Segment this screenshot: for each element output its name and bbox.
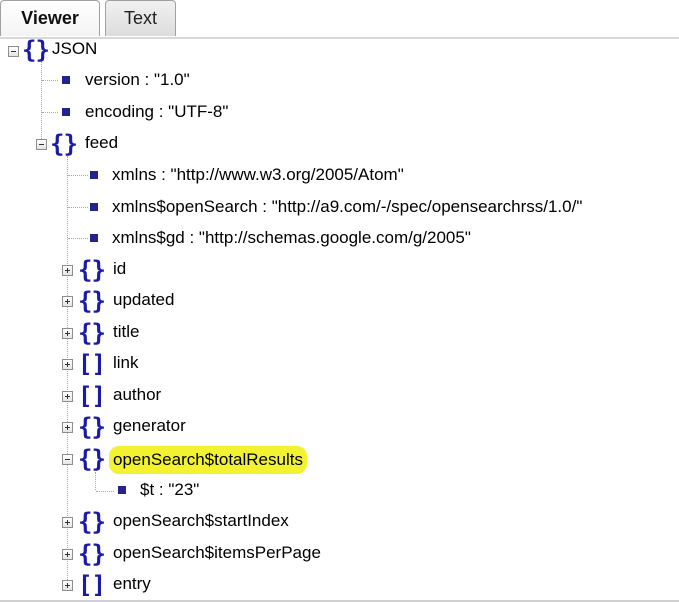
tab-viewer[interactable]: Viewer <box>0 0 100 36</box>
tree-node-opensearch-totalresults[interactable]: {} openSearch$totalResults <box>0 445 350 474</box>
node-label: link <box>113 353 139 372</box>
node-label: title <box>113 322 140 341</box>
tab-separator <box>0 37 679 39</box>
curly-braces-icon: {} <box>78 413 106 441</box>
plus-toggle-icon[interactable] <box>62 296 73 307</box>
tree-node-version[interactable]: version : "1.0" <box>0 69 300 93</box>
plus-toggle-icon[interactable] <box>62 580 73 591</box>
square-bullet-icon <box>62 108 70 116</box>
tree-node-author[interactable]: [] author <box>0 384 250 408</box>
plus-toggle-icon[interactable] <box>62 422 73 433</box>
minus-toggle-icon[interactable] <box>36 139 47 150</box>
minus-toggle-icon[interactable] <box>62 454 73 465</box>
square-bullet-icon <box>118 486 126 494</box>
tab-text[interactable]: Text <box>105 0 176 36</box>
curly-braces-icon: {} <box>78 540 106 568</box>
node-label: JSON <box>52 39 98 58</box>
plus-toggle-icon[interactable] <box>62 391 73 402</box>
tree-node-generator[interactable]: {} generator <box>0 415 250 439</box>
node-label-highlighted: openSearch$totalResults <box>109 446 307 474</box>
tree-node-entry[interactable]: [] entry <box>0 573 250 597</box>
tree-node-xmlns-gd[interactable]: xmlns$gd : "http://schemas.google.com/g/… <box>0 227 560 251</box>
node-label: feed <box>85 133 119 152</box>
square-brackets-icon: [] <box>78 382 106 410</box>
square-bullet-icon <box>90 171 98 179</box>
tree-node-updated[interactable]: {} updated <box>0 289 250 313</box>
tree-node-title[interactable]: {} title <box>0 321 250 345</box>
square-brackets-icon: [] <box>78 571 106 599</box>
curly-braces-icon: {} <box>78 445 106 473</box>
node-label: version : "1.0" <box>85 70 190 89</box>
curly-braces-icon: {} <box>78 508 106 536</box>
curly-braces-icon: {} <box>50 130 78 158</box>
square-bullet-icon <box>62 76 70 84</box>
tree-node-link[interactable]: [] link <box>0 352 250 376</box>
curly-braces-icon: {} <box>22 36 50 64</box>
tree-node-xmlns[interactable]: xmlns : "http://www.w3.org/2005/Atom" <box>0 164 500 188</box>
tree-node-json[interactable]: {} JSON <box>0 36 200 64</box>
plus-toggle-icon[interactable] <box>62 359 73 370</box>
node-label: encoding : "UTF-8" <box>85 102 229 121</box>
node-label: author <box>113 385 162 404</box>
curly-braces-icon: {} <box>78 319 106 347</box>
tree-node-t[interactable]: $t : "23" <box>0 479 250 503</box>
square-bullet-icon <box>90 234 98 242</box>
plus-toggle-icon[interactable] <box>62 549 73 560</box>
minus-toggle-icon[interactable] <box>8 46 19 57</box>
node-label: updated <box>113 290 175 309</box>
tree-node-opensearch-itemsperpage[interactable]: {} openSearch$itemsPerPage <box>0 542 350 566</box>
square-brackets-icon: [] <box>78 350 106 378</box>
tree-node-encoding[interactable]: encoding : "UTF-8" <box>0 101 300 125</box>
node-label: xmlns$openSearch : "http://a9.com/-/spec… <box>112 197 583 216</box>
node-label: openSearch$itemsPerPage <box>113 543 321 562</box>
tree-node-opensearch-startindex[interactable]: {} openSearch$startIndex <box>0 510 350 534</box>
plus-toggle-icon[interactable] <box>62 517 73 528</box>
node-label: entry <box>113 574 151 593</box>
curly-braces-icon: {} <box>78 256 106 284</box>
node-label: id <box>113 259 127 278</box>
node-label: generator <box>113 416 186 435</box>
tree-node-xmlns-opensearch[interactable]: xmlns$openSearch : "http://a9.com/-/spec… <box>0 196 660 220</box>
tree-node-feed[interactable]: {} feed <box>0 132 200 156</box>
node-label: openSearch$startIndex <box>113 511 289 530</box>
plus-toggle-icon[interactable] <box>62 328 73 339</box>
tree-node-id[interactable]: {} id <box>0 258 200 282</box>
square-bullet-icon <box>90 203 98 211</box>
node-label: $t : "23" <box>140 480 200 499</box>
node-label: xmlns$gd : "http://schemas.google.com/g/… <box>112 228 471 247</box>
plus-toggle-icon[interactable] <box>62 265 73 276</box>
node-label: xmlns : "http://www.w3.org/2005/Atom" <box>112 165 404 184</box>
tab-bar: Viewer Text <box>0 0 679 39</box>
curly-braces-icon: {} <box>78 287 106 315</box>
